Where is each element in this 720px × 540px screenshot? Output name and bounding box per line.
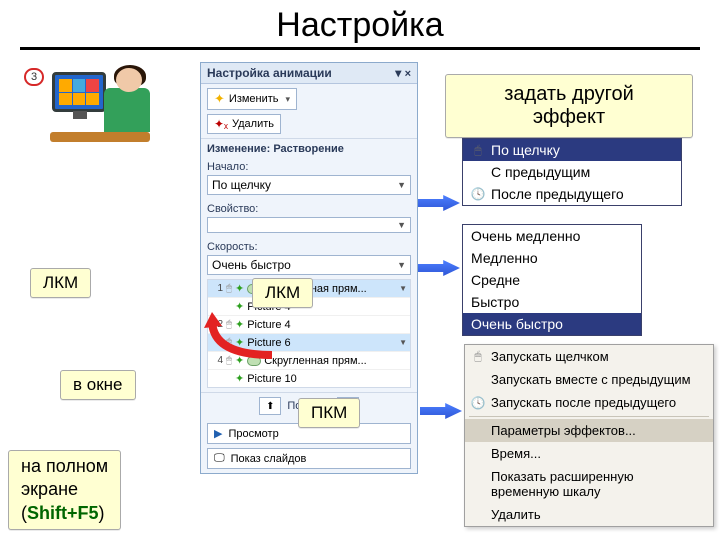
callout-set-other-effect: задать другой эффект bbox=[445, 74, 693, 138]
change-effect-button[interactable]: ✦ Изменить bbox=[207, 88, 297, 110]
callout-lkm-1: ЛКМ bbox=[30, 268, 91, 298]
pane-header: Настройка анимации ▾ × bbox=[201, 63, 417, 84]
chevron-down-icon: ▼ bbox=[397, 260, 406, 270]
start-label: Начало: bbox=[201, 157, 417, 173]
speed-opt-very-fast[interactable]: Очень быстро bbox=[463, 313, 641, 335]
star-add-icon: ✦ bbox=[214, 91, 225, 107]
chevron-down-icon: ▼ bbox=[397, 220, 406, 230]
pane-title: Настройка анимации bbox=[207, 66, 332, 80]
menu-start-after-prev[interactable]: 🕓 Запускать после предыдущего bbox=[465, 391, 713, 414]
slideshow-label: Показ слайдов bbox=[231, 453, 307, 465]
star-effect-icon: ✦ bbox=[235, 372, 244, 385]
speed-combo[interactable]: Очень быстро ▼ bbox=[207, 255, 411, 275]
mouse-icon: 🖱 bbox=[470, 349, 486, 364]
chevron-down-icon[interactable]: ▼ bbox=[399, 338, 407, 347]
speed-opt-medium[interactable]: Средне bbox=[463, 269, 641, 291]
effect-item[interactable]: 🖱 ✦ Picture 10 bbox=[208, 370, 410, 387]
property-combo[interactable]: ▼ bbox=[207, 217, 411, 233]
menu-start-on-click[interactable]: 🖱 Запускать щелчком bbox=[465, 345, 713, 368]
option-on-click[interactable]: 🖱 По щелчку bbox=[463, 139, 681, 161]
move-up-button[interactable]: ⬆ bbox=[259, 397, 281, 415]
speed-combo-value: Очень быстро bbox=[212, 258, 291, 272]
start-combo-value: По щелчку bbox=[212, 178, 271, 192]
context-menu: 🖱 Запускать щелчком Запускать вместе с п… bbox=[464, 344, 714, 527]
star-effect-icon: ✦ bbox=[235, 282, 244, 295]
menu-show-advanced-timeline[interactable]: Показать расширенную временную шкалу bbox=[465, 465, 713, 503]
callout-lkm-2: ЛКМ bbox=[252, 278, 313, 308]
speed-label: Скорость: bbox=[201, 237, 417, 253]
clock-icon: 🕓 bbox=[471, 187, 485, 201]
chevron-down-icon: ▼ bbox=[397, 180, 406, 190]
menu-delete[interactable]: Удалить bbox=[465, 503, 713, 526]
arrow-right-icon bbox=[418, 260, 460, 276]
red-curved-arrow-icon bbox=[202, 310, 282, 360]
delete-effect-button[interactable]: ✦ₓ Удалить bbox=[207, 114, 281, 134]
person-at-computer-illustration bbox=[50, 62, 160, 148]
property-label: Свойство: bbox=[201, 199, 417, 215]
callout-pkm: ПКМ bbox=[298, 398, 360, 428]
clock-icon: 🕓 bbox=[470, 396, 486, 410]
slideshow-button[interactable]: 🖵 Показ слайдов bbox=[207, 448, 411, 469]
callout-fullscreen: на полном экране (Shift+F5) bbox=[8, 450, 121, 530]
slide-number-badge: 3 bbox=[24, 68, 44, 86]
callout-in-window: в окне bbox=[60, 370, 136, 400]
mouse-icon: 🖱 bbox=[226, 283, 232, 294]
start-combo[interactable]: По щелчку ▼ bbox=[207, 175, 411, 195]
mouse-icon: 🖱 bbox=[471, 143, 485, 158]
start-options-dropdown: 🖱 По щелчку С предыдущим 🕓 После предыду… bbox=[462, 138, 682, 206]
speed-opt-fast[interactable]: Быстро bbox=[463, 291, 641, 313]
arrow-right-icon bbox=[418, 195, 460, 211]
title-underline bbox=[20, 47, 700, 50]
page-title: Настройка bbox=[276, 6, 443, 45]
arrow-right-icon bbox=[420, 403, 462, 419]
delete-btn-label: Удалить bbox=[232, 118, 274, 130]
screen-icon: 🖵 bbox=[214, 452, 225, 465]
effect-title: Picture 10 bbox=[247, 373, 297, 385]
play-icon: ▶ bbox=[214, 427, 222, 440]
option-after-previous[interactable]: 🕓 После предыдущего bbox=[463, 183, 681, 205]
change-btn-label: Изменить bbox=[229, 93, 279, 105]
preview-label: Просмотр bbox=[228, 428, 278, 440]
change-section-title: Изменение: Растворение bbox=[201, 138, 417, 157]
chevron-down-icon[interactable]: ▼ bbox=[399, 284, 407, 293]
star-delete-icon: ✦ₓ bbox=[214, 117, 228, 131]
menu-timing[interactable]: Время... bbox=[465, 442, 713, 465]
speed-options-dropdown: Очень медленно Медленно Средне Быстро Оч… bbox=[462, 224, 642, 336]
page-title-area: Настройка bbox=[0, 0, 720, 47]
speed-opt-very-slow[interactable]: Очень медленно bbox=[463, 225, 641, 247]
option-with-previous[interactable]: С предыдущим bbox=[463, 161, 681, 183]
menu-effect-options[interactable]: Параметры эффектов... bbox=[465, 419, 713, 442]
menu-start-with-prev[interactable]: Запускать вместе с предыдущим bbox=[465, 368, 713, 391]
close-pane-icon[interactable]: × bbox=[405, 68, 411, 80]
menu-separator bbox=[469, 416, 709, 417]
speed-opt-slow[interactable]: Медленно bbox=[463, 247, 641, 269]
